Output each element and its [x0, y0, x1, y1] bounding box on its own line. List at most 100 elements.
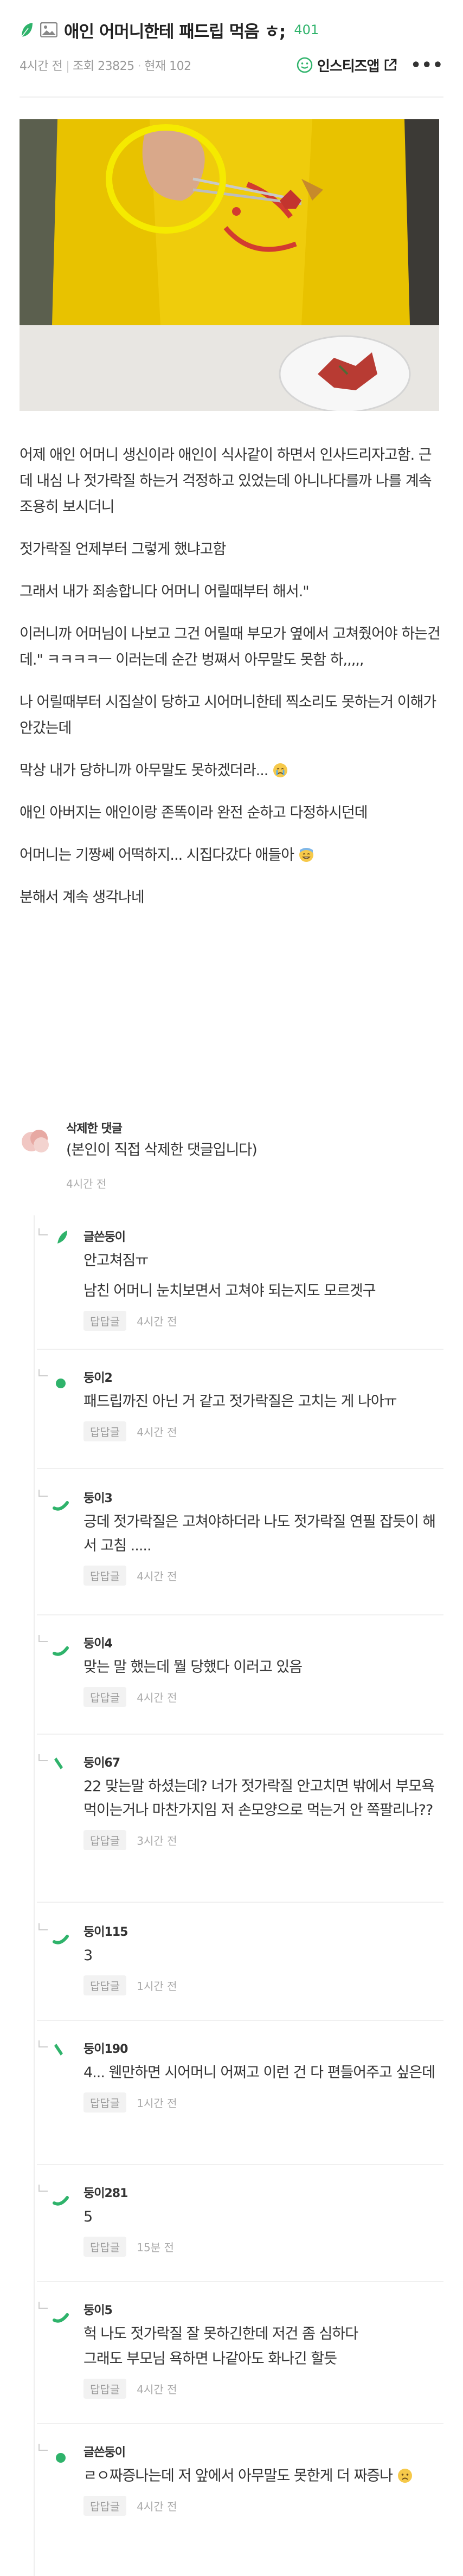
reply-divider — [37, 1349, 443, 1350]
comment-text-span: ㄹㅇ짜증나는데 저 앞에서 아무말도 못한게 더 짜증나 — [83, 2468, 393, 2484]
comment-count-badge[interactable]: 401 — [294, 22, 319, 37]
body-paragraph: 이러니까 어머님이 나보고 그건 어릴때 부모가 옆에서 고쳐줬어야 하는건데.… — [20, 626, 441, 668]
reply-comment: 글쓴둥이 ㄹㅇ짜증나는데 저 앞에서 아무말도 못한게 더 짜증나 답답글 4시… — [37, 2440, 443, 2571]
reply-divider — [37, 1468, 443, 1469]
comment-author: 둥이2 — [83, 1371, 113, 1385]
comment-text: 안고쳐짐ㅠ — [83, 1252, 149, 1269]
post-photo — [20, 119, 439, 411]
reply-button[interactable]: 답답글 — [83, 2496, 127, 2516]
comment-time: 4시간 전 — [137, 1315, 177, 1328]
comment-time: 1시간 전 — [137, 2097, 177, 2110]
body-paragraph: 어제 애인 어머니 생신이라 애인이 식사같이 하면서 인사드리자고함. 근데 … — [20, 447, 432, 516]
comment-author: 글쓴둥이 — [83, 2446, 126, 2459]
comment-author: 글쓴둥이 — [83, 1231, 126, 1244]
post-views: 조회 23825 — [73, 60, 134, 73]
comment-time: 15분 전 — [137, 2241, 174, 2254]
reply-button[interactable]: 답답글 — [83, 1421, 127, 1441]
app-share-label: 인스티즈앱 — [317, 58, 380, 75]
body-paragraph: 애인 아버지는 애인이랑 존똑이라 완전 순하고 다정하시던데 — [20, 804, 368, 821]
comment-text: 5 — [83, 2208, 93, 2225]
photo-illustration — [20, 119, 439, 411]
reply-divider — [37, 1902, 443, 1903]
image-icon — [40, 22, 57, 37]
reply-leaf-icon — [38, 1635, 69, 1656]
body-paragraph: 분해서 계속 생각나네 — [20, 889, 145, 906]
reply-button[interactable]: 답답글 — [83, 1566, 127, 1586]
reply-comment: 둥이115 3 답답글 1시간 전 — [37, 1920, 443, 2021]
comment-author: 둥이281 — [83, 2187, 128, 2200]
page-title: 애인 어머니한테 패드립 먹음 ㅎ; — [64, 22, 286, 42]
reply-leaf-icon — [38, 2040, 63, 2056]
reply-leaf-icon — [38, 2302, 69, 2323]
comment-author: 삭제한 댓글 — [66, 1122, 123, 1136]
body-text: 막상 내가 당하니까 아무말도 못하겠더라... — [20, 762, 268, 779]
meta-row: 4시간 전 | 조회 23825 · 현재 102 인스티즈앱 ••• — [20, 48, 443, 82]
crying-emoji-icon — [273, 763, 287, 777]
body-paragraph: 그래서 내가 죄송합니다 어머니 어릴때부터 해서." — [20, 583, 310, 600]
comment-time: 4시간 전 — [137, 1426, 177, 1439]
comment-author: 둥이5 — [83, 2304, 113, 2317]
post-meta: 4시간 전 | 조회 23825 · 현재 102 — [20, 56, 191, 74]
reply-button[interactable]: 답답글 — [83, 2237, 127, 2257]
reply-button[interactable]: 답답글 — [83, 1975, 127, 1995]
reply-comment: 글쓴둥이 안고쳐짐ㅠ 남친 어머니 눈치보면서 고쳐야 되는지도 모르겟구 답답… — [37, 1225, 443, 1350]
comment-author: 둥이4 — [83, 1637, 113, 1651]
comment-author: 둥이115 — [83, 1925, 128, 1939]
comment-time: 4시간 전 — [66, 1177, 107, 1190]
reply-button[interactable]: 답답글 — [83, 1687, 127, 1707]
post-header: 애인 어머니한테 패드립 먹음 ㅎ; 401 4시간 전 | 조회 23825 · 현재… — [0, 0, 463, 98]
title-row: 애인 어머니한테 패드립 먹음 ㅎ; 401 — [20, 15, 443, 44]
leaf-icon — [21, 23, 33, 37]
comment-time: 3시간 전 — [137, 1834, 177, 1847]
reply-leaf-icon — [38, 2185, 69, 2206]
comment-text: 3 — [83, 1947, 93, 1964]
reply-button[interactable]: 답답글 — [83, 2379, 127, 2399]
reply-comment: 둥이67 22 맞는말 하셨는데? 너가 젓가락질 안고치면 밖에서 부모욕 먹… — [37, 1751, 443, 1903]
comment-text: 패드립까진 아닌 거 같고 젓가락질은 고치는 게 나아ㅠ — [83, 1393, 397, 1410]
body-paragraph: 젓가락질 언제부터 그렇게 했냐고함 — [20, 541, 226, 558]
reply-divider — [37, 2423, 443, 2424]
comment-text: ㄹㅇ짜증나는데 저 앞에서 아무말도 못한게 더 짜증나 — [83, 2464, 443, 2488]
header-divider — [20, 96, 443, 98]
reply-thread-line — [34, 1215, 35, 2576]
meta-separator: · — [137, 60, 142, 73]
smile-icon — [297, 57, 313, 73]
reply-comment: 둥이4 맞는 말 했는데 뭘 당했다 이러고 있음 답답글 4시간 전 — [37, 1632, 443, 1735]
post-time: 4시간 전 — [20, 60, 63, 73]
reply-button[interactable]: 답답글 — [83, 1311, 127, 1331]
reply-divider — [37, 2281, 443, 2282]
comment-text: 그래도 부모님 욕하면 나같아도 화나긴 할듯 — [83, 2350, 337, 2367]
deleted-avatar-icon — [22, 1130, 49, 1152]
reply-leaf-icon — [38, 1923, 69, 1944]
comment-text: 맞는 말 했는데 뭘 당했다 이러고 있음 — [83, 1659, 303, 1676]
body-text: 어머니는 기짱쎄 어떡하지... 시집다갔다 애들아 — [20, 847, 294, 864]
reply-leaf-icon — [38, 1369, 66, 1388]
reply-comment: 둥이281 5 답답글 15분 전 — [37, 2181, 443, 2282]
reply-leaf-icon — [38, 1228, 67, 1244]
meta-separator: | — [66, 60, 70, 73]
comment-time: 1시간 전 — [137, 1980, 177, 1993]
comment-time: 4시간 전 — [137, 1570, 177, 1583]
reply-button[interactable]: 답답글 — [83, 2092, 127, 2113]
comment-author: 둥이190 — [83, 2043, 128, 2056]
post-recommend: 현재 102 — [144, 60, 191, 73]
reply-leaf-icon — [38, 1490, 69, 1511]
meta-actions: 인스티즈앱 ••• — [297, 55, 443, 75]
more-menu-icon[interactable]: ••• — [410, 56, 443, 75]
reply-divider — [37, 2164, 443, 2165]
body-paragraph: 막상 내가 당하니까 아무말도 못하겠더라... — [20, 758, 443, 784]
post-body: 어제 애인 어머니 생신이라 애인이 식사같이 하면서 인사드리자고함. 근데 … — [0, 411, 463, 911]
comment-author: 둥이67 — [83, 1756, 120, 1770]
deleted-comment: 삭제한 댓글 (본인이 직접 삭제한 댓글입니다) 4시간 전 — [0, 1112, 463, 1215]
comment-text: 22 맞는말 하셨는데? 너가 젓가락질 안고치면 밖에서 부모욕 먹이는거나 … — [83, 1778, 435, 1819]
comment-text: (본인이 직접 삭제한 댓글입니다) — [66, 1142, 258, 1158]
app-share-button[interactable]: 인스티즈앱 — [297, 55, 398, 75]
reply-divider — [37, 1734, 443, 1735]
comment-text: 긍데 젓가락질은 고쳐야하더라 나도 젓가락질 연필 잡듯이 해서 고침 ...… — [83, 1514, 436, 1554]
sweat-smile-emoji-icon — [299, 848, 313, 862]
reply-divider — [37, 1614, 443, 1615]
post-page: 애인 어머니한테 패드립 먹음 ㅎ; 401 4시간 전 | 조회 23825 · 현재… — [0, 0, 463, 2576]
reply-button[interactable]: 답답글 — [83, 1830, 127, 1850]
comment-author: 둥이3 — [83, 1492, 113, 1505]
comment-text: 4... 웬만하면 시어머니 어쩌고 이런 건 다 편들어주고 싶은데 — [83, 2064, 435, 2081]
